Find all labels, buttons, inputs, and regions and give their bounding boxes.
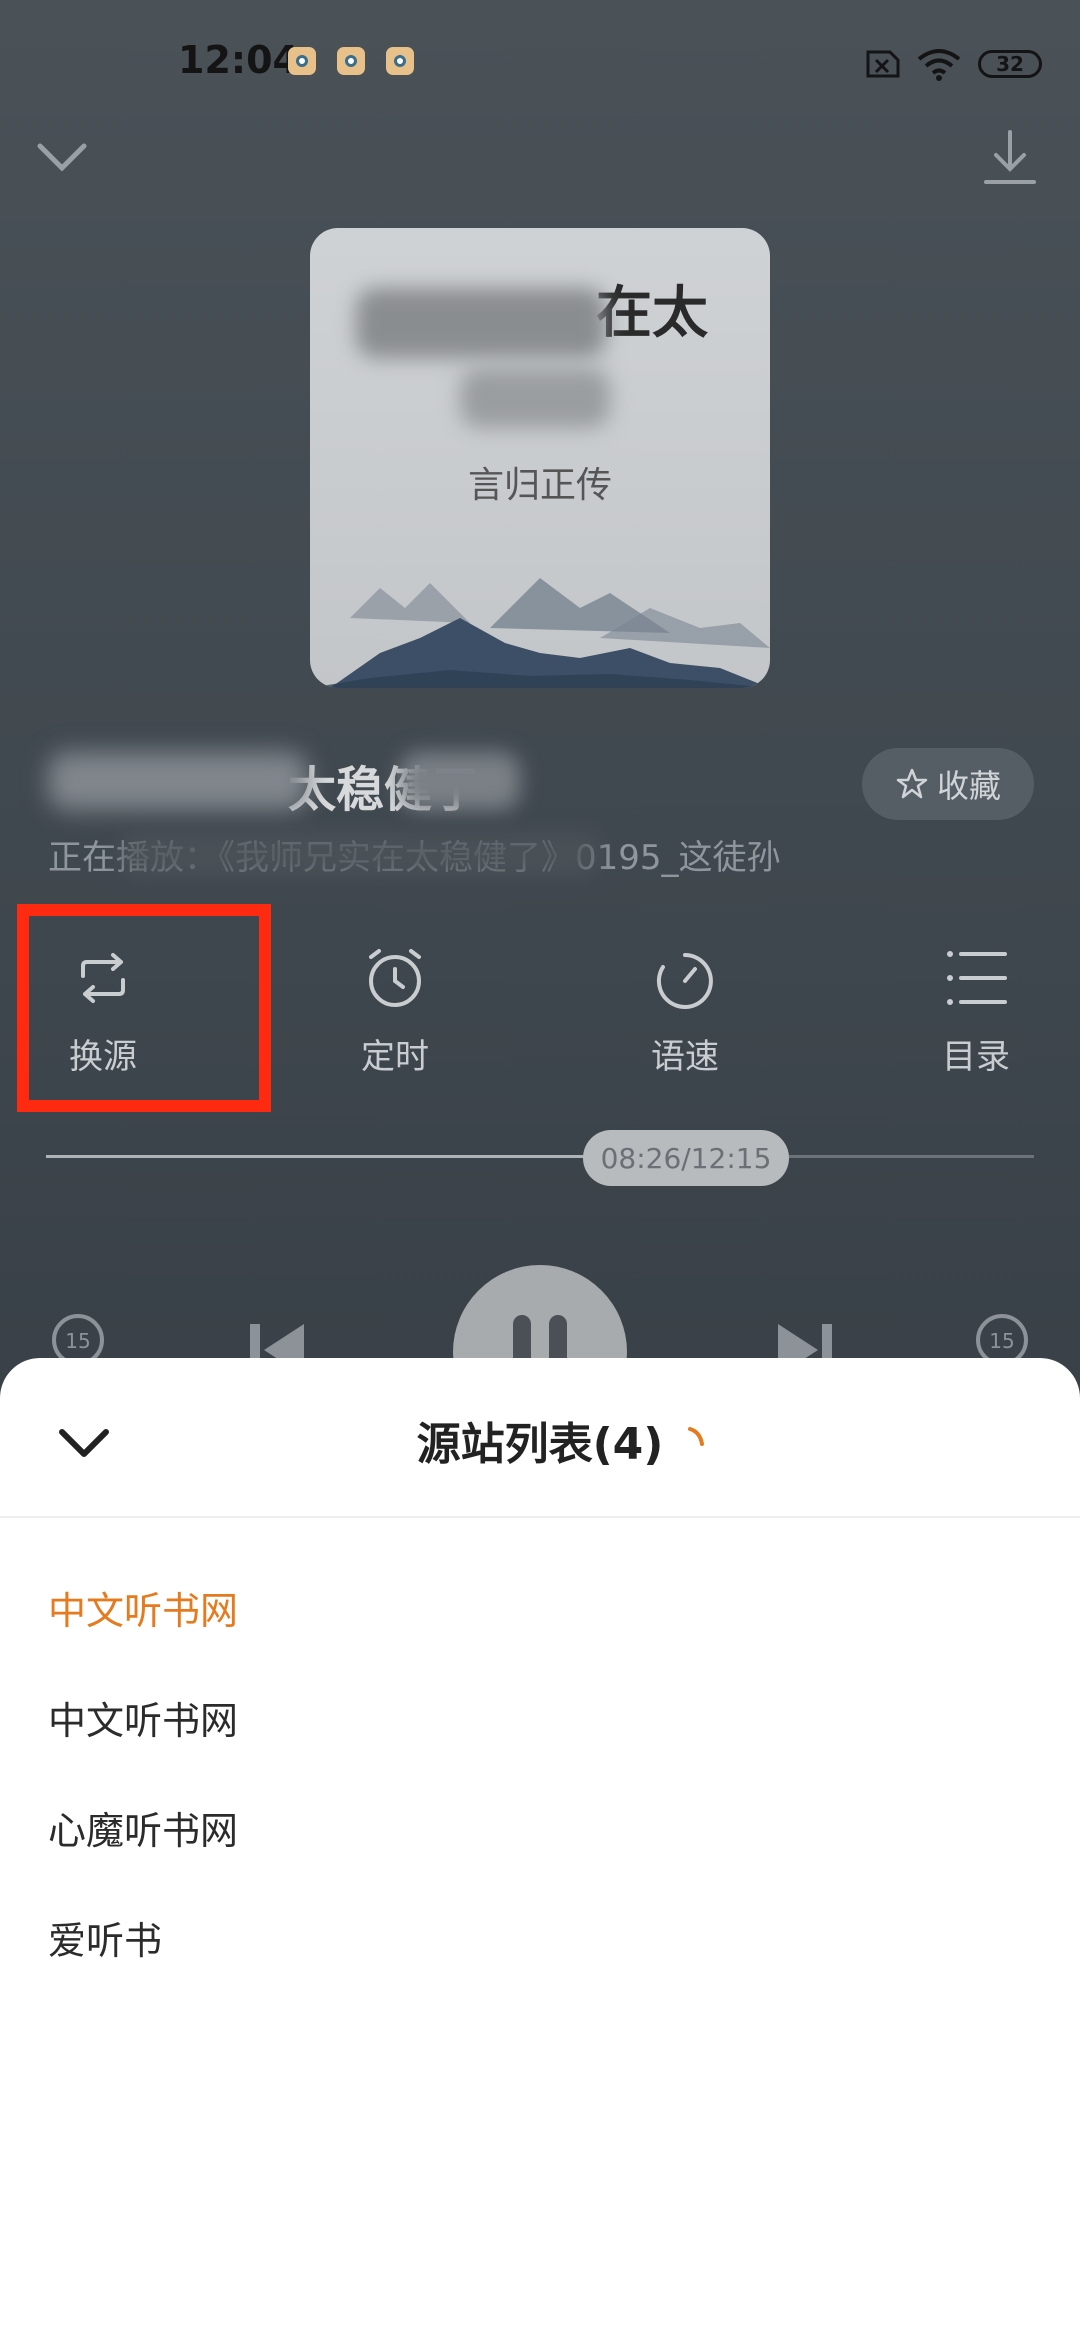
favorite-label: 收藏 [936,767,1001,805]
cover-author: 言归正传 [467,465,612,506]
catalog-label: 目录 [942,1037,1010,1077]
favorite-button[interactable]: 收藏 [862,748,1034,820]
highlight-box [17,904,271,1112]
source-list-sheet: 源站列表(4) 中文听书网 中文听书网 心魔听书网 爱听书 [0,1358,1080,2340]
cover-blur [460,368,610,428]
svg-text:15: 15 [65,1329,90,1353]
alarm-clock-icon [369,949,421,1007]
album-cover: 我师兄实在太 言归正传 [310,228,770,688]
speed-label: 语速 [651,1037,719,1077]
subtitle-blur [120,832,600,876]
catalog-button[interactable]: 目录 [896,945,1056,1078]
source-item[interactable]: 中文听书网 [48,1580,238,1635]
source-item[interactable]: 爱听书 [48,1910,162,1965]
star-icon [896,768,928,799]
chevron-down-icon [37,143,87,172]
collapse-player-button[interactable] [34,136,90,180]
sheet-header: 源站列表(4) [0,1358,1080,1518]
progress-time-label[interactable]: 08:26/12:15 [583,1130,789,1186]
cover-blur [356,288,606,358]
battery-indicator: 32 [978,50,1042,78]
source-item[interactable]: 中文听书网 [48,1690,238,1745]
download-icon [984,130,1036,184]
timer-button[interactable]: 定时 [315,945,475,1078]
status-bar: 12:04 32 [0,0,1080,120]
loading-spinner-icon [688,1427,704,1446]
sheet-title: 源站列表(4) [416,1419,664,1470]
timer-label: 定时 [361,1037,429,1077]
svg-text:15: 15 [989,1329,1014,1353]
download-button[interactable] [982,128,1038,192]
speed-button[interactable]: 语速 [605,945,765,1078]
no-sim-icon [866,50,900,78]
app-notification-icon [386,47,414,75]
source-item[interactable]: 心魔听书网 [48,1800,238,1855]
mountain-illustration [310,578,770,688]
app-notification-icon [288,47,316,75]
title-blur [400,752,520,810]
status-icons: 32 [860,44,1042,84]
status-time: 12:04 [178,38,299,82]
list-icon [947,951,1007,1005]
title-blur [48,752,308,810]
wifi-icon [917,49,961,81]
speedometer-icon [656,953,713,1009]
app-notification-icon [337,47,365,75]
